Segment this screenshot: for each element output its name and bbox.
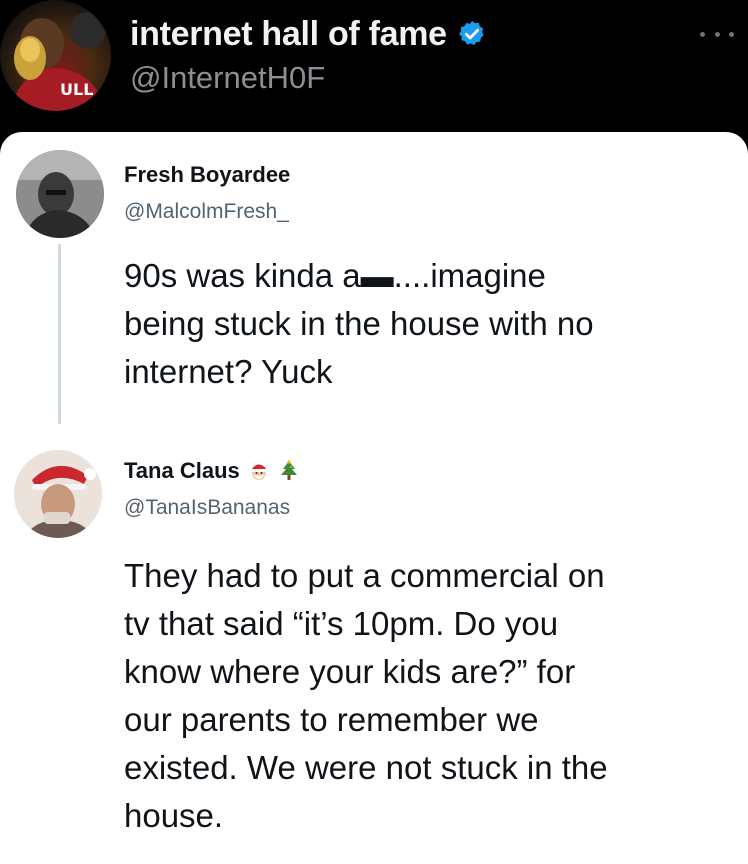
tweet-1-line: 90s was kinda a▬....imagine — [124, 257, 546, 294]
tweet-2-line: existed. We were not stuck in the — [124, 749, 608, 786]
tweet-1-text: 90s was kinda a▬....imagine being stuck … — [124, 252, 736, 396]
tweet-2-line: house. — [124, 797, 224, 834]
christmas-tree-icon — [278, 460, 300, 482]
tweet-2-line: They had to put a commercial on — [124, 557, 605, 594]
tweet-2-name-text: Tana Claus — [124, 458, 240, 483]
tweet-2-handle: @TanaIsBananas — [124, 496, 291, 519]
tweet-2-name: Tana Claus — [124, 458, 300, 484]
tweet-2-line: our parents to remember we — [124, 701, 539, 738]
tweet-1-line: being stuck in the house with no — [124, 305, 594, 342]
tweet-2-line: know where your kids are?” for — [124, 653, 576, 690]
tweet-1-line: internet? Yuck — [124, 353, 333, 390]
verified-badge-icon — [457, 19, 487, 49]
author-name-row: internet hall of fame — [130, 12, 487, 56]
tweet-1-name: Fresh Boyardee — [124, 162, 290, 188]
more-horizontal-icon[interactable] — [700, 28, 734, 40]
tweet-1-name-text: Fresh Boyardee — [124, 162, 291, 187]
tweet-2-line: tv that said “it’s 10pm. Do you — [124, 605, 559, 642]
post-header: ULL internet hall of fame @InternetH0F — [0, 0, 748, 128]
author-name[interactable]: internet hall of fame — [130, 15, 447, 54]
tweet-2-text: They had to put a commercial on tv that … — [124, 552, 736, 840]
tweet-2-avatar — [14, 450, 102, 538]
embedded-screenshot: Fresh Boyardee @MalcolmFresh_ 90s was ki… — [0, 132, 748, 864]
santa-face-icon — [248, 460, 270, 482]
author-handle[interactable]: @InternetH0F — [130, 60, 325, 96]
svg-text:ULL: ULL — [60, 80, 93, 99]
tweet-1-handle: @MalcolmFresh_ — [124, 200, 289, 223]
author-avatar[interactable]: ULL — [0, 0, 111, 111]
tweet-1-avatar — [16, 150, 104, 238]
thread-line — [58, 244, 61, 424]
